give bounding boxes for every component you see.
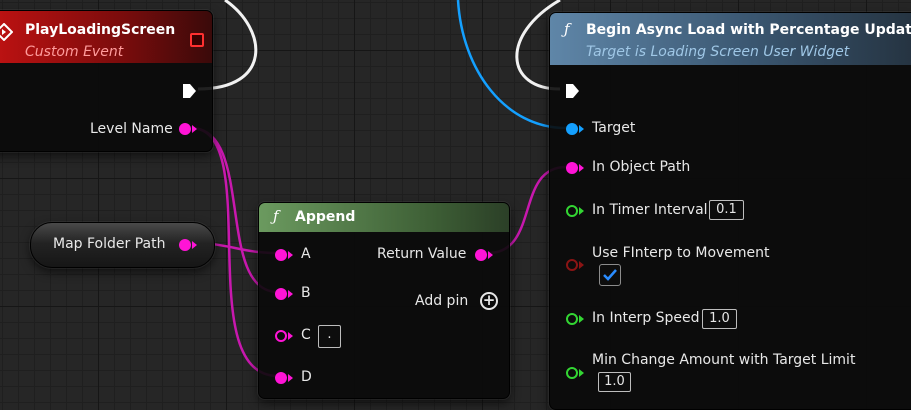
append-c-value-field[interactable]: . (318, 325, 341, 348)
target-label: Target (592, 120, 636, 136)
interp-speed-pin-arrow (579, 315, 590, 323)
append-pin-a-arrow (288, 251, 299, 259)
async-node-subtitle: Target is Loading Screen User Widget (586, 44, 850, 60)
timer-interval-pin[interactable] (566, 205, 578, 217)
map-folder-path-variable-node[interactable]: Map Folder Path (30, 222, 215, 268)
timer-interval-label: In Timer Interval (592, 202, 708, 218)
append-pin-c-label: C (301, 327, 311, 343)
level-name-pin[interactable] (179, 123, 191, 135)
checkmark-icon (603, 269, 617, 281)
append-pin-a[interactable] (275, 249, 287, 261)
level-name-pin-arrow (192, 125, 203, 133)
async-node-title: Begin Async Load with Percentage Update (586, 22, 911, 38)
event-node-subtitle: Custom Event (25, 44, 124, 60)
event-icon (0, 23, 13, 41)
exec-input-pin[interactable] (564, 83, 580, 99)
min-change-value-field[interactable]: 1.0 (598, 372, 631, 392)
append-pin-d[interactable] (275, 372, 287, 384)
add-pin-icon[interactable]: + (480, 292, 498, 310)
return-value-pin-arrow (488, 251, 499, 259)
interp-speed-value-field[interactable]: 1.0 (702, 309, 737, 329)
exec-output-pin[interactable] (181, 83, 197, 99)
timer-interval-value-field[interactable]: 0.1 (709, 200, 744, 220)
object-path-label: In Object Path (592, 159, 691, 175)
append-pin-a-label: A (301, 246, 311, 262)
append-pin-c-arrow (288, 332, 299, 340)
object-path-pin[interactable] (566, 162, 578, 174)
level-name-label: Level Name (90, 121, 173, 137)
append-pin-c[interactable] (275, 330, 287, 342)
append-pin-b-arrow (288, 290, 299, 298)
return-value-pin[interactable] (475, 249, 487, 261)
object-path-pin-arrow (579, 164, 590, 172)
target-pin-arrow (579, 125, 590, 133)
map-folder-path-pin-arrow (192, 241, 203, 249)
function-icon: ƒ (564, 20, 570, 38)
use-finterp-checkbox[interactable] (599, 264, 621, 286)
delegate-pin-icon[interactable] (190, 33, 204, 47)
target-pin[interactable] (566, 123, 578, 135)
map-folder-path-pin[interactable] (179, 239, 191, 251)
min-change-label: Min Change Amount with Target Limit (592, 352, 856, 368)
append-node-title: Append (295, 209, 356, 225)
use-finterp-pin[interactable] (566, 259, 578, 271)
event-node-title: PlayLoadingScreen (25, 22, 176, 38)
append-node[interactable]: ƒ Append A B C . D Return Value Add pin … (258, 202, 510, 399)
use-finterp-label: Use FInterp to Movement (592, 245, 770, 261)
play-loading-screen-event-node[interactable]: PlayLoadingScreen Custom Event Level Nam… (0, 10, 213, 152)
append-pin-d-label: D (301, 369, 312, 385)
begin-async-load-node[interactable]: ƒ Begin Async Load with Percentage Updat… (549, 12, 911, 410)
return-value-label: Return Value (377, 246, 467, 262)
function-icon: ƒ (273, 207, 279, 225)
use-finterp-pin-arrow (579, 261, 590, 269)
interp-speed-pin[interactable] (566, 313, 578, 325)
append-pin-b[interactable] (275, 288, 287, 300)
add-pin-label: Add pin (415, 293, 469, 309)
min-change-pin-arrow (579, 369, 590, 377)
timer-interval-pin-arrow (579, 207, 590, 215)
map-folder-path-label: Map Folder Path (53, 236, 166, 252)
append-pin-d-arrow (288, 374, 299, 382)
append-pin-b-label: B (301, 285, 311, 301)
interp-speed-label: In Interp Speed (592, 310, 700, 326)
min-change-pin[interactable] (566, 367, 578, 379)
